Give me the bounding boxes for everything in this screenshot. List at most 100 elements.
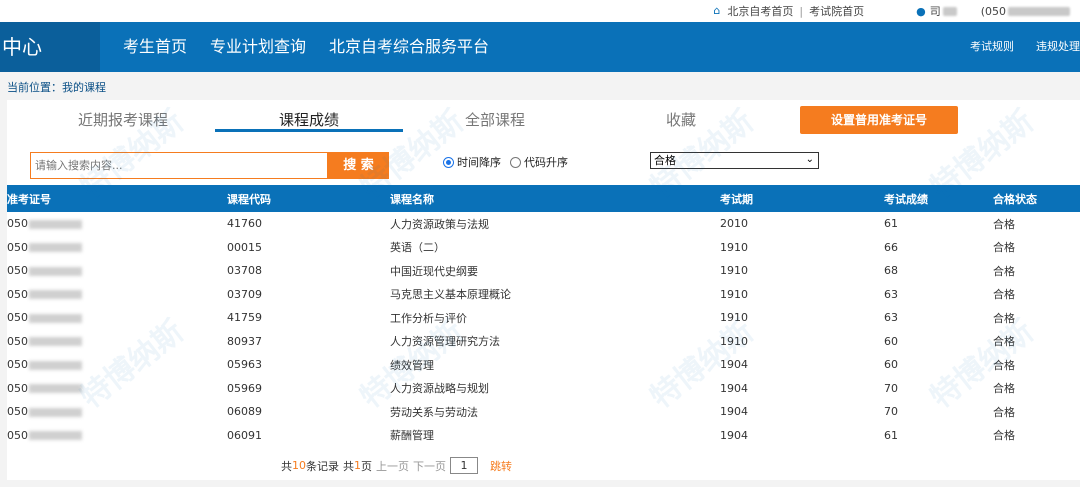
cell-pass-status: 合格 (993, 217, 1015, 231)
cell-exam-period: 1910 (720, 287, 748, 301)
cell-exam-score: 61 (884, 217, 898, 231)
user-name-blur (942, 6, 957, 16)
tab-favorites[interactable]: 收藏 (666, 109, 696, 130)
pager-total-prefix: 共 (281, 459, 292, 473)
cell-exam-period: 2010 (720, 217, 748, 231)
ticket-blur (29, 431, 82, 441)
user-id: (050 (980, 4, 1006, 18)
cell-course-name: 绩效管理 (390, 358, 434, 372)
cell-pass-status: 合格 (993, 405, 1015, 419)
cell-course-code: 05963 (227, 358, 262, 372)
cell-exam-period: 1904 (720, 358, 748, 372)
main-navbar: 中心 考生首页 专业计划查询 北京自考综合服务平台 考试规则 违规处理 (0, 22, 1080, 72)
sort-code-radio[interactable] (510, 156, 521, 168)
sort-time-desc[interactable]: 时间降序 (443, 154, 501, 170)
cell-ticket-number: 050 (7, 330, 227, 354)
col-pass-status: 合格状态 (993, 192, 1037, 206)
scores-table: 准考证号 课程代码 课程名称 考试期 考试成绩 合格状态 050 41760 人力资… (7, 185, 1080, 447)
table-row: 050 06089 劳动关系与劳动法 1904 70 合格 (7, 400, 1080, 424)
cell-exam-score: 70 (884, 381, 898, 395)
site-brand[interactable]: 中心 (0, 22, 100, 72)
user-id-blur (1008, 6, 1070, 16)
cell-exam-score: 60 (884, 334, 898, 348)
cell-exam-period: 1910 (720, 311, 748, 325)
cell-pass-status: 合格 (993, 429, 1015, 443)
table-row: 050 00015 英语（二） 1910 66 合格 (7, 236, 1080, 260)
set-cert-number-button[interactable]: 设置普用准考证号 (800, 106, 958, 134)
cell-ticket-number: 050 (7, 259, 227, 283)
cell-course-name: 薪酬管理 (390, 429, 434, 443)
nav-student-home[interactable]: 考生首页 (123, 22, 187, 72)
pager-next[interactable]: 下一页 (413, 458, 446, 474)
cell-exam-score: 70 (884, 405, 898, 419)
user-icon: ● (916, 4, 926, 18)
table-row: 050 05963 绩效管理 1904 60 合格 (7, 353, 1080, 377)
ticket-prefix: 050 (7, 381, 28, 395)
cell-ticket-number: 050 (7, 283, 227, 307)
col-course-code: 课程代码 (227, 192, 271, 206)
cell-ticket-number: 050 (7, 236, 227, 260)
ticket-prefix: 050 (7, 311, 28, 325)
ticket-blur (29, 407, 82, 417)
cell-course-code: 06089 (227, 405, 262, 419)
ticket-prefix: 050 (7, 287, 28, 301)
search-input[interactable] (30, 152, 328, 179)
pager-pages-count: 1 (354, 459, 361, 472)
search-button[interactable]: 搜 索 (328, 152, 389, 179)
link-exam-home[interactable]: 考试院首页 (809, 3, 864, 19)
tab-course-scores[interactable]: 课程成绩 (279, 109, 339, 130)
pager-page-input[interactable]: 1 (450, 457, 478, 474)
pager-go-button[interactable]: 跳转 (490, 458, 512, 474)
sort-time-radio[interactable] (443, 156, 454, 168)
table-row: 050 80937 人力资源管理研究方法 1910 60 合格 (7, 330, 1080, 354)
ticket-blur (29, 337, 82, 347)
pager-pages-suffix: 页 (361, 459, 372, 473)
cell-exam-score: 60 (884, 358, 898, 372)
cell-course-code: 06091 (227, 428, 262, 442)
cell-ticket-number: 050 (7, 400, 227, 424)
cell-course-code: 80937 (227, 334, 262, 348)
table-row: 050 41759 工作分析与评价 1910 63 合格 (7, 306, 1080, 330)
col-ticket-number: 准考证号 (7, 192, 51, 206)
table-row: 050 41760 人力资源政策与法规 2010 61 合格 (7, 212, 1080, 236)
cell-pass-status: 合格 (993, 382, 1015, 396)
nav-service-platform[interactable]: 北京自考综合服务平台 (329, 22, 489, 72)
ticket-prefix: 050 (7, 428, 28, 442)
pager-total-count: 10 (292, 459, 306, 472)
ticket-blur (29, 384, 82, 394)
pagination: 共 10 条记录 共 1 页 上一页 下一页 1 跳转 (281, 457, 512, 474)
ticket-blur (29, 290, 82, 300)
cell-course-code: 41759 (227, 311, 262, 325)
nav-plan-query[interactable]: 专业计划查询 (210, 22, 306, 72)
breadcrumb: 当前位置：我的课程 (7, 81, 106, 94)
link-beijing-home[interactable]: 北京自考首页 (727, 3, 793, 19)
tab-recent-courses[interactable]: 近期报考课程 (78, 109, 168, 130)
cell-course-name: 马克思主义基本原理概论 (390, 288, 511, 302)
nav-violation[interactable]: 违规处理 (1036, 22, 1080, 72)
nav-links: 考生首页 专业计划查询 北京自考综合服务平台 (123, 22, 512, 72)
cell-course-name: 英语（二） (390, 241, 445, 255)
cell-pass-status: 合格 (993, 335, 1015, 349)
cell-exam-period: 1910 (720, 334, 748, 348)
ticket-blur (29, 266, 82, 276)
cell-course-name: 人力资源政策与法规 (390, 217, 489, 231)
ticket-prefix: 050 (7, 334, 28, 348)
cell-course-name: 劳动关系与劳动法 (390, 405, 478, 419)
cell-exam-period: 1910 (720, 264, 748, 278)
cell-exam-score: 68 (884, 264, 898, 278)
pager-total-suffix: 条记录 (306, 459, 339, 473)
cell-course-name: 人力资源管理研究方法 (390, 335, 500, 349)
cell-exam-period: 1904 (720, 405, 748, 419)
cell-exam-score: 63 (884, 287, 898, 301)
sort-code-asc[interactable]: 代码升序 (510, 154, 568, 170)
home-icon: ⌂ (713, 4, 721, 17)
status-filter-select[interactable]: 合格 ⌄ (650, 152, 819, 169)
col-exam-score: 考试成绩 (884, 192, 928, 206)
cell-exam-score: 66 (884, 240, 898, 254)
course-panel: 近期报考课程 课程成绩 全部课程 收藏 设置普用准考证号 搜 索 时间降序 代码… (7, 100, 1080, 480)
ticket-prefix: 050 (7, 264, 28, 278)
cell-pass-status: 合格 (993, 358, 1015, 372)
pager-prev[interactable]: 上一页 (376, 458, 409, 474)
tab-all-courses[interactable]: 全部课程 (465, 109, 525, 130)
nav-exam-rules[interactable]: 考试规则 (970, 22, 1014, 72)
